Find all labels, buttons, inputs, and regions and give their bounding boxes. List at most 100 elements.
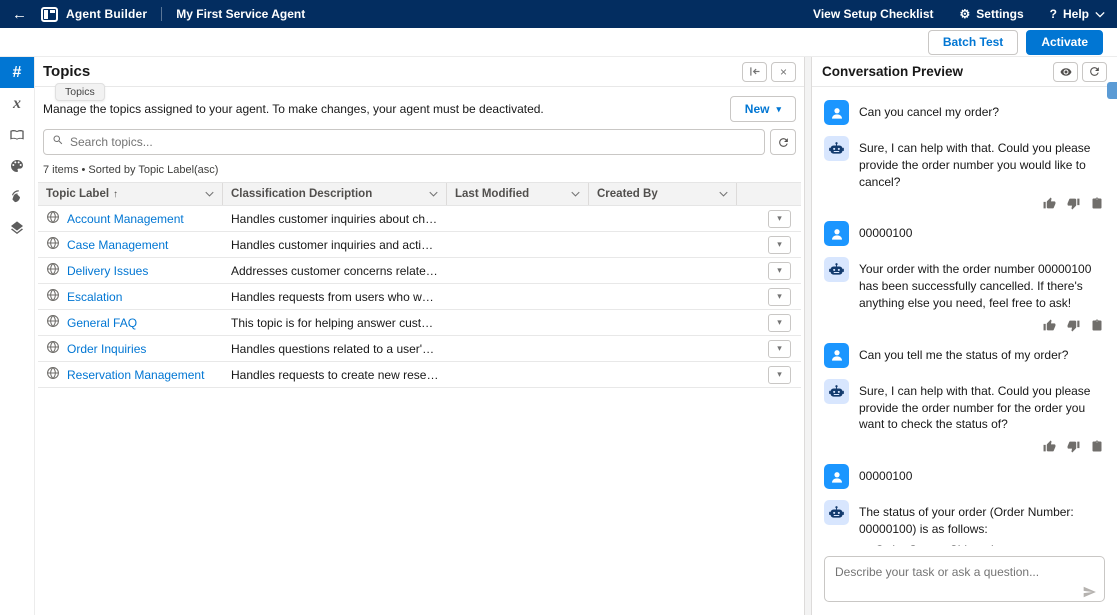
agent-message: Sure, I can help with that. Could you pl… xyxy=(812,379,1117,433)
row-actions-button[interactable]: ▾ xyxy=(768,314,791,332)
user-avatar xyxy=(824,221,849,246)
user-message: Can you cancel my order? xyxy=(812,100,1117,125)
rail-item-knowledge[interactable] xyxy=(0,119,34,150)
globe-icon xyxy=(46,210,60,227)
user-avatar xyxy=(824,464,849,489)
refresh-icon xyxy=(777,136,790,149)
topic-link[interactable]: Account Management xyxy=(67,212,184,226)
copy-clipboard-icon[interactable] xyxy=(1091,319,1103,332)
table-row[interactable]: Case Management Handles customer inquiri… xyxy=(38,232,801,258)
main-content: # x Topics × xyxy=(0,57,1117,615)
topic-classification-description: Handles requests from users who want to … xyxy=(231,290,439,304)
column-header-topic-label[interactable]: Topic Label ↑ xyxy=(38,183,223,205)
rail-item-theme[interactable] xyxy=(0,150,34,181)
thumbs-down-icon[interactable] xyxy=(1067,197,1080,210)
topic-link[interactable]: Reservation Management xyxy=(67,368,204,382)
activate-button[interactable]: Activate xyxy=(1026,30,1103,55)
agent-bot-avatar xyxy=(824,257,849,282)
row-actions-button[interactable]: ▾ xyxy=(768,262,791,280)
send-icon[interactable] xyxy=(1082,585,1097,599)
message-text: Sure, I can help with that. Could you pl… xyxy=(859,379,1105,433)
preview-refresh-button[interactable] xyxy=(1082,62,1107,82)
row-actions-button[interactable]: ▾ xyxy=(768,210,791,228)
globe-icon xyxy=(46,366,60,383)
topic-created-by xyxy=(589,336,737,361)
chevron-down-icon xyxy=(719,191,728,197)
agent-message: The status of your order (Order Number: … xyxy=(812,500,1117,546)
topic-created-by xyxy=(589,362,737,387)
topic-classification-description: This topic is for helping answer custome… xyxy=(231,316,439,330)
copy-clipboard-icon[interactable] xyxy=(1091,440,1103,453)
thumbs-up-icon[interactable] xyxy=(1043,440,1056,453)
column-header-actions xyxy=(737,183,801,205)
topics-search-box xyxy=(43,129,765,155)
builder-icon-rail: # x xyxy=(0,57,35,615)
topic-link[interactable]: Escalation xyxy=(67,290,122,304)
user-message: Can you tell me the status of my order? xyxy=(812,343,1117,368)
column-header-created-by[interactable]: Created By xyxy=(589,183,737,205)
thumbs-down-icon[interactable] xyxy=(1067,440,1080,453)
agent-bot-avatar xyxy=(824,379,849,404)
new-topic-button[interactable]: New ▾ xyxy=(730,96,796,122)
feedback-row xyxy=(812,319,1117,332)
refresh-list-button[interactable] xyxy=(770,129,796,155)
chevron-down-icon xyxy=(429,191,438,197)
topic-link[interactable]: General FAQ xyxy=(67,316,137,330)
chevron-down-icon xyxy=(1095,11,1105,18)
batch-test-button[interactable]: Batch Test xyxy=(928,30,1018,55)
topic-link[interactable]: Order Inquiries xyxy=(67,342,146,356)
thumbs-up-icon[interactable] xyxy=(1043,197,1056,210)
copy-clipboard-icon[interactable] xyxy=(1091,197,1103,210)
topic-created-by xyxy=(589,206,737,231)
close-panel-button[interactable]: × xyxy=(771,62,796,82)
row-actions-button[interactable]: ▾ xyxy=(768,288,791,306)
topic-last-modified xyxy=(447,362,589,387)
column-header-last-modified[interactable]: Last Modified xyxy=(447,183,589,205)
rail-item-variables[interactable]: x xyxy=(0,88,34,119)
thumbs-up-icon[interactable] xyxy=(1043,319,1056,332)
collapse-panel-button[interactable] xyxy=(742,62,767,82)
topics-table: Topic Label ↑ Classification Description… xyxy=(38,182,801,388)
chevron-down-icon xyxy=(571,191,580,197)
globe-icon xyxy=(46,314,60,331)
table-row[interactable]: Order Inquiries Handles questions relate… xyxy=(38,336,801,362)
topics-panel: Topics × Topics Manage the topics assign… xyxy=(35,57,805,615)
chat-message-input[interactable] xyxy=(824,556,1105,602)
view-setup-checklist-link[interactable]: View Setup Checklist xyxy=(813,7,934,21)
rail-item-channels[interactable] xyxy=(0,181,34,212)
row-actions-button[interactable]: ▾ xyxy=(768,340,791,358)
row-actions-button[interactable]: ▾ xyxy=(768,236,791,254)
feedback-row xyxy=(812,197,1117,210)
table-row[interactable]: Delivery Issues Addresses customer conce… xyxy=(38,258,801,284)
topics-hash-icon: # xyxy=(13,64,22,82)
topic-created-by xyxy=(589,310,737,335)
table-row[interactable]: General FAQ This topic is for helping an… xyxy=(38,310,801,336)
caret-down-icon: ▾ xyxy=(777,239,782,250)
topic-classification-description: Handles customer inquiries and actions r… xyxy=(231,238,439,252)
rail-item-layers[interactable] xyxy=(0,212,34,243)
nav-divider xyxy=(161,7,162,21)
thumbs-down-icon[interactable] xyxy=(1067,319,1080,332)
topic-classification-description: Handles questions related to a user's or… xyxy=(231,342,439,356)
column-header-classification-description[interactable]: Classification Description xyxy=(223,183,447,205)
topic-last-modified xyxy=(447,258,589,283)
user-message: 00000100 xyxy=(812,464,1117,489)
preview-visibility-button[interactable] xyxy=(1053,62,1078,82)
back-icon[interactable]: ← xyxy=(12,6,27,23)
help-menu[interactable]: ? Help xyxy=(1050,7,1105,21)
table-row[interactable]: Account Management Handles customer inqu… xyxy=(38,206,801,232)
caret-down-icon: ▾ xyxy=(777,343,782,354)
help-icon: ? xyxy=(1050,7,1057,21)
preview-header: Conversation Preview xyxy=(812,57,1117,87)
book-icon xyxy=(9,128,25,142)
settings-link[interactable]: ⚙ Settings xyxy=(960,7,1024,21)
search-topics-input[interactable] xyxy=(70,135,756,149)
table-row[interactable]: Escalation Handles requests from users w… xyxy=(38,284,801,310)
rail-item-topics[interactable]: # xyxy=(0,57,34,88)
topic-link[interactable]: Case Management xyxy=(67,238,168,252)
row-actions-button[interactable]: ▾ xyxy=(768,366,791,384)
user-message: 00000100 xyxy=(812,221,1117,246)
topic-last-modified xyxy=(447,310,589,335)
table-row[interactable]: Reservation Management Handles requests … xyxy=(38,362,801,388)
topic-link[interactable]: Delivery Issues xyxy=(67,264,148,278)
